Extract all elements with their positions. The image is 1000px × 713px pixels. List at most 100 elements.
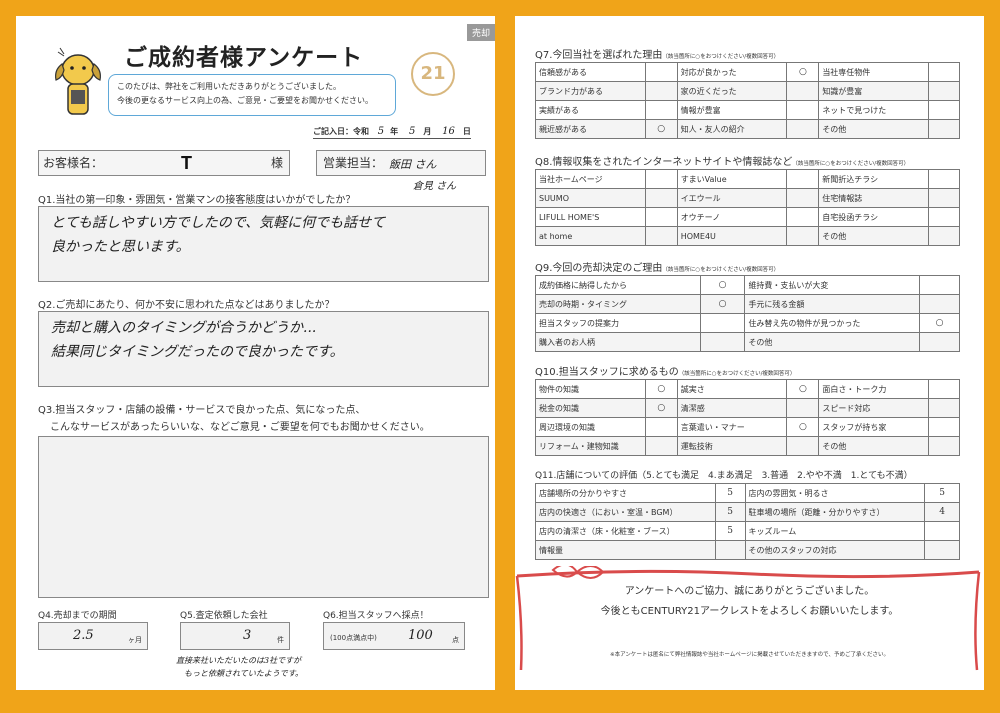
q11-mark-cell[interactable]: 5 (714, 483, 746, 503)
q10-option-label: スピード対応 (818, 398, 930, 418)
q8-mark-cell[interactable] (928, 169, 960, 189)
q9-mark-cell[interactable] (699, 332, 746, 352)
q7-mark-cell[interactable]: ○ (644, 119, 678, 139)
q7-mark-cell[interactable] (928, 100, 960, 120)
q6-value: 100 (408, 628, 433, 643)
q11-mark-cell[interactable] (924, 521, 960, 541)
q8-mark-cell[interactable] (644, 226, 678, 246)
q9-mark-cell[interactable]: ○ (919, 313, 960, 333)
q7-mark-cell[interactable] (644, 62, 678, 82)
q7-option-label: 家の近くだった (676, 81, 788, 101)
thanks-line-2: 今後ともCENTURY21アークレストをよろしくお願いいたします。 (600, 606, 899, 617)
q7-mark-cell[interactable] (786, 119, 820, 139)
q8-mark-cell[interactable] (644, 169, 678, 189)
q11-mark-cell[interactable]: 5 (714, 521, 746, 541)
q6-answer-field[interactable]: (100点満点中) 100 点 (323, 622, 465, 650)
q10-row: 物件の知識 ○ 誠実さ ○ 面白さ・トーク力 (535, 379, 960, 399)
q9-mark-cell[interactable] (699, 313, 746, 333)
q9-row: 売却の時期・タイミング ○ 手元に残る金額 (535, 294, 960, 314)
q10-mark-cell[interactable] (644, 417, 678, 437)
q4-answer-field[interactable]: 2.5 ヶ月 (38, 622, 148, 650)
q5-note-line-1: 直接来社いただいたのは3社ですが (176, 656, 302, 665)
q10-mark-cell[interactable] (786, 398, 820, 418)
q2-answer-line-1: 売却と購入のタイミングが合うかどうか... (51, 320, 317, 336)
date-month-unit: 月 (423, 127, 432, 136)
staff-label: 営業担当： (323, 156, 384, 170)
q9-option-label: その他 (744, 332, 921, 352)
customer-name-field[interactable]: お客様名： T 様 (38, 150, 290, 176)
q8-option-label: HOME4U (676, 226, 788, 246)
q7-option-label: 知人・友人の紹介 (676, 119, 788, 139)
q8-mark-cell[interactable] (786, 188, 820, 208)
q9-option-label: 担当スタッフの提案力 (535, 313, 701, 333)
q11-mark-cell[interactable]: 5 (714, 502, 746, 522)
q11-mark-cell[interactable] (714, 540, 746, 560)
q11-option-label: キッズルーム (744, 521, 926, 541)
q10-option-label: スタッフが持ち家 (818, 417, 930, 437)
date-year[interactable]: 5 (372, 126, 390, 137)
q8-mark-cell[interactable] (644, 207, 678, 227)
q10-mark-cell[interactable] (928, 417, 960, 437)
q11-mark-cell[interactable]: 5 (924, 483, 960, 503)
q7-option-label: 信頼感がある (535, 62, 646, 82)
q8-mark-cell[interactable] (928, 226, 960, 246)
date-month[interactable]: 5 (401, 126, 423, 137)
q9-question-text: Q9.今回の売却決定のご理由 (535, 263, 663, 274)
q3-question-line-1: Q3.担当スタッフ・店舗の設備・サービスで良かった点、気になった点、 (38, 405, 366, 416)
q10-mark-cell[interactable]: ○ (786, 417, 820, 437)
q7-mark-cell[interactable] (644, 81, 678, 101)
q2-answer-field[interactable]: 売却と購入のタイミングが合うかどうか... 結果同じタイミングだったので良かった… (38, 311, 489, 387)
q10-option-label: 物件の知識 (535, 379, 646, 399)
q5-answer-field[interactable]: 3 件 (180, 622, 290, 650)
q10-mark-cell[interactable]: ○ (786, 379, 820, 399)
staff-field[interactable]: 営業担当： 飯田 さん 倉見 さん (316, 150, 486, 192)
dog-mascot-icon (55, 47, 101, 115)
q10-mark-cell[interactable] (644, 436, 678, 456)
q10-mark-cell[interactable] (928, 436, 960, 456)
q10-mark-cell[interactable]: ○ (644, 398, 678, 418)
q8-option-label: SUUMO (535, 188, 646, 208)
q3-answer-field[interactable] (38, 436, 489, 598)
q11-mark-cell[interactable] (924, 540, 960, 560)
q8-option-label: LIFULL HOME'S (535, 207, 646, 227)
q11-mark-cell[interactable]: 4 (924, 502, 960, 522)
q9-mark-cell[interactable]: ○ (699, 294, 746, 314)
q7-mark-cell[interactable] (644, 100, 678, 120)
q9-mark-cell[interactable]: ○ (699, 275, 746, 295)
q8-mark-cell[interactable] (928, 188, 960, 208)
greeting-line-2: 今後の更なるサービス向上の為、ご意見・ご要望をお聞かせください。 (117, 96, 373, 105)
q10-option-label: リフォーム・建物知識 (535, 436, 646, 456)
q10-mark-cell[interactable]: ○ (644, 379, 678, 399)
q10-mark-cell[interactable] (928, 398, 960, 418)
q8-mark-cell[interactable] (786, 226, 820, 246)
q9-mark-cell[interactable] (919, 294, 960, 314)
q9-question: Q9.今回の売却決定のご理由（該当箇所に○をおつけください/複数回答可） (535, 259, 779, 274)
q1-answer-field[interactable]: とても話しやすい方でしたので、気軽に何でも話せて 良かったと思います。 (38, 206, 489, 282)
q8-option-label: 新聞折込チラシ (818, 169, 930, 189)
q7-row: ブランド力がある 家の近くだった 知識が豊富 (535, 81, 960, 101)
q7-mark-cell[interactable] (786, 100, 820, 120)
q9-mark-cell[interactable] (919, 275, 960, 295)
q8-mark-cell[interactable] (786, 169, 820, 189)
q7-mark-cell[interactable] (928, 81, 960, 101)
customer-label: お客様名： (43, 156, 104, 170)
date-label: ご記入日：令和 (313, 127, 369, 136)
page-title: ご成約者様アンケート (124, 45, 364, 71)
q11-option-label: 店内の快適さ（におい・室温・BGM） (535, 502, 716, 522)
q1-answer-line-2: 良かったと思います。 (51, 239, 190, 255)
q7-mark-cell[interactable] (928, 62, 960, 82)
date-day[interactable]: 16 (434, 126, 463, 137)
q7-option-label: ネットで見つけた (818, 100, 930, 120)
q7-mark-cell[interactable] (928, 119, 960, 139)
q8-mark-cell[interactable] (928, 207, 960, 227)
q10-mark-cell[interactable] (928, 379, 960, 399)
q7-question: Q7.今回当社を選ばれた理由（該当箇所に○をおつけください/複数回答可） (535, 46, 779, 61)
q9-mark-cell[interactable] (919, 332, 960, 352)
q5-value: 3 (243, 628, 252, 643)
q6-unit: 点 (452, 636, 459, 644)
q7-mark-cell[interactable]: ○ (786, 62, 820, 82)
q10-mark-cell[interactable] (786, 436, 820, 456)
q8-mark-cell[interactable] (644, 188, 678, 208)
q7-mark-cell[interactable] (786, 81, 820, 101)
q8-mark-cell[interactable] (786, 207, 820, 227)
